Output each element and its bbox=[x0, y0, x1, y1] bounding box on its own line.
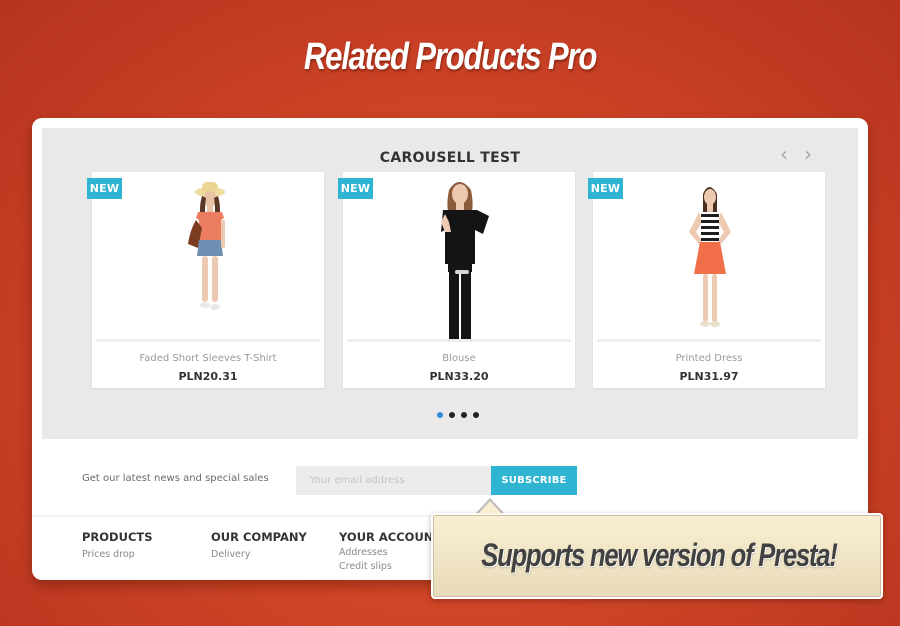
model-figure-icon bbox=[441, 182, 489, 340]
shop-preview-panel: CAROUSELL TEST ‹ › NEW Faded Short Sleev… bbox=[32, 118, 868, 580]
new-badge: NEW bbox=[588, 178, 623, 199]
chevron-right-icon[interactable]: › bbox=[798, 142, 818, 166]
subscribe-button[interactable]: SUBSCRIBE bbox=[491, 466, 577, 495]
newsletter-label: Get our latest news and special sales bbox=[82, 473, 269, 484]
footer-heading: YOUR ACCOUNT bbox=[339, 530, 442, 544]
carousel-title: CAROUSELL TEST bbox=[379, 150, 521, 166]
carousel-pagination bbox=[437, 412, 479, 420]
footer-link-prices-drop[interactable]: Prices drop bbox=[82, 549, 153, 560]
hero-title: Related Products Pro bbox=[303, 36, 597, 78]
pagination-dot[interactable] bbox=[461, 412, 467, 418]
card-divider bbox=[347, 339, 571, 342]
new-badge: NEW bbox=[338, 178, 373, 199]
pagination-dot[interactable] bbox=[473, 412, 479, 418]
card-divider bbox=[597, 339, 821, 342]
footer-column-your-account: YOUR ACCOUNT Addresses Credit slips bbox=[339, 530, 441, 572]
footer-column-products: PRODUCTS Prices drop bbox=[82, 530, 153, 560]
pagination-dot-active[interactable] bbox=[437, 412, 443, 418]
footer-link-addresses[interactable]: Addresses bbox=[339, 547, 441, 558]
card-divider bbox=[96, 339, 320, 342]
model-figure-icon bbox=[188, 182, 225, 310]
callout-text: Supports new version of Presta! bbox=[481, 537, 838, 573]
product-price: PLN31.97 bbox=[679, 370, 739, 383]
product-price: PLN33.20 bbox=[429, 370, 489, 383]
product-name[interactable]: Printed Dress bbox=[593, 353, 825, 364]
product-card[interactable]: NEW Faded Short Sleeves T-Shirt PLN20.31 bbox=[87, 172, 324, 388]
footer-heading: OUR COMPANY bbox=[211, 530, 307, 544]
product-card[interactable]: NEW Printed Dress PLN31.97 bbox=[588, 172, 825, 388]
pagination-dot[interactable] bbox=[449, 412, 455, 418]
product-image[interactable] bbox=[593, 172, 825, 340]
product-name[interactable]: Blouse bbox=[343, 353, 575, 364]
model-figure-icon bbox=[689, 187, 731, 327]
callout-pointer bbox=[478, 501, 502, 514]
product-price: PLN20.31 bbox=[178, 370, 238, 383]
product-card[interactable]: NEW Blouse PLN33.20 bbox=[338, 172, 575, 388]
product-image[interactable] bbox=[92, 172, 324, 340]
chevron-left-icon[interactable]: ‹ bbox=[774, 142, 794, 166]
footer-link-delivery[interactable]: Delivery bbox=[211, 549, 307, 560]
new-badge: NEW bbox=[87, 178, 122, 199]
product-name[interactable]: Faded Short Sleeves T-Shirt bbox=[92, 353, 324, 364]
footer-link-credit-slips[interactable]: Credit slips bbox=[339, 561, 441, 572]
feature-callout: Supports new version of Presta! bbox=[431, 513, 883, 599]
email-input[interactable] bbox=[296, 466, 492, 495]
product-carousel: CAROUSELL TEST ‹ › NEW Faded Short Sleev… bbox=[42, 128, 858, 439]
product-image[interactable] bbox=[343, 172, 575, 340]
footer-heading: PRODUCTS bbox=[82, 530, 153, 544]
footer-column-our-company: OUR COMPANY Delivery bbox=[211, 530, 307, 560]
